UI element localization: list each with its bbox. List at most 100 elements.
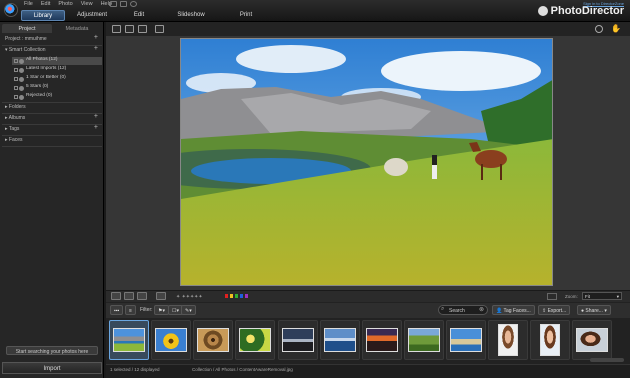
menu-edit[interactable]: Edit (41, 1, 50, 9)
tab-slideshow[interactable]: Slideshow (161, 10, 221, 21)
hand-tool-icon[interactable]: ✋ (611, 24, 621, 33)
thumbnail-dark-landscape[interactable] (278, 320, 318, 360)
thumbnail-sunset[interactable] (362, 320, 402, 360)
folders-header[interactable]: ▸ Folders (2, 104, 102, 112)
project-title-label: Project : mmuihme (5, 36, 47, 42)
zoom-select[interactable]: Fit ▾ (582, 292, 622, 300)
zoom-label: Zoom: (565, 294, 578, 299)
thumbnail-image (366, 328, 398, 352)
collection-item[interactable]: All Photos (12) (12, 57, 102, 65)
thumbnail-image (155, 328, 187, 352)
rating-stars[interactable]: ✦ ✦✦✦✦✦ (176, 294, 203, 300)
thumbnail-spiral-shell[interactable] (193, 320, 233, 360)
clear-search-icon[interactable]: ⊗ (479, 306, 484, 313)
tab-adjustment[interactable]: Adjustment (67, 10, 117, 21)
add-collection-icon[interactable]: + (94, 45, 98, 52)
person-icon: 👤 (496, 308, 504, 314)
folders-label: Folders (8, 104, 26, 110)
thumbnail-portrait-woman-1[interactable] (488, 320, 528, 360)
thumbnail-image (239, 328, 271, 352)
menu-view[interactable]: View (81, 1, 93, 9)
collection-item[interactable]: 5 Stars (0) (12, 84, 102, 92)
star-icon (19, 76, 24, 82)
tab-metadata[interactable]: Metadata (52, 24, 102, 33)
tab-library[interactable]: Library (21, 10, 65, 21)
thumbnail-green-field[interactable] (404, 320, 444, 360)
smart-collection-header[interactable]: ▾ Smart Collection + (2, 45, 102, 55)
flag-dropdown-icon[interactable] (547, 293, 557, 300)
faces-label: Faces (8, 137, 23, 143)
import-button[interactable]: Import (2, 362, 102, 374)
checkbox-icon[interactable] (14, 85, 18, 90)
thumbnail-coastline[interactable] (320, 320, 360, 360)
list-view-button[interactable]: ≡ (125, 305, 136, 315)
viewer-mode-icon[interactable] (125, 25, 134, 33)
grid-view-icon[interactable] (138, 25, 147, 33)
compare-view-icon[interactable] (155, 25, 164, 33)
thumbnail-portrait-woman-3[interactable] (572, 320, 612, 360)
tags-label: Tags (8, 126, 20, 132)
export-button[interactable]: ⇪ Export... (538, 305, 571, 315)
collection-icon (19, 67, 24, 73)
settings-icon[interactable] (130, 1, 137, 7)
divider (2, 124, 102, 125)
thumbnail-mountain-lake-horse[interactable] (109, 320, 149, 360)
multi-view-button[interactable] (137, 292, 147, 300)
tag-faces-button[interactable]: 👤 Tag Faces... (492, 305, 535, 315)
thumbnail-image (540, 324, 560, 356)
tab-print[interactable]: Print (223, 10, 269, 21)
thumbnail-image (324, 328, 356, 352)
status-bar (106, 364, 630, 378)
collection-item[interactable]: 1 Star or Better (0) (12, 75, 102, 83)
collection-item-label: Rejected (0) (26, 93, 53, 98)
chevron-down-icon: ▾ (616, 294, 619, 299)
menu-photo[interactable]: Photo (58, 1, 72, 9)
thumbnail-beach[interactable] (446, 320, 486, 360)
single-view-button[interactable] (111, 292, 121, 300)
color-label-swatch[interactable] (240, 294, 243, 298)
rotate-button[interactable] (156, 292, 166, 300)
collection-item[interactable]: Rejected (0) (12, 93, 102, 101)
color-label-swatch[interactable] (230, 294, 233, 298)
tags-header[interactable]: ▸ Tags + (2, 124, 102, 134)
thumbnail-portrait-woman-2[interactable] (530, 320, 570, 360)
checkbox-icon[interactable] (14, 94, 18, 99)
tab-edit[interactable]: Edit (119, 10, 159, 21)
thumbnail-image (450, 328, 482, 352)
star-icon (19, 85, 24, 91)
share-button[interactable]: ● Share... ▾ (577, 305, 611, 315)
color-labels[interactable] (225, 290, 255, 302)
checkbox-icon[interactable] (14, 76, 18, 81)
add-album-icon[interactable]: + (94, 113, 98, 120)
thumbnail-size-button[interactable]: ▪▪▪ (110, 305, 124, 315)
start-search-button[interactable]: Start searching your photos here (6, 346, 98, 355)
landscape-photo (181, 39, 552, 285)
albums-label: Albums (8, 115, 26, 121)
thumbnail-view-icon[interactable] (112, 25, 121, 33)
dual-view-button[interactable] (124, 292, 134, 300)
main-photo (180, 38, 553, 286)
divider (2, 146, 102, 147)
window-control-icon[interactable] (110, 1, 117, 7)
collection-item[interactable]: Latest Imports (12) (12, 66, 102, 74)
thumbnail-sunflower[interactable] (151, 320, 191, 360)
tab-project[interactable]: Project (2, 24, 52, 33)
add-tag-icon[interactable]: + (94, 124, 98, 131)
color-label-swatch[interactable] (225, 294, 228, 298)
window-control-icon[interactable] (120, 1, 127, 7)
filmstrip-scrollbar[interactable] (590, 358, 624, 362)
color-label-swatch[interactable] (235, 294, 238, 298)
thumbnail-image (282, 328, 314, 352)
color-label-swatch[interactable] (245, 294, 248, 298)
add-project-icon[interactable]: + (94, 34, 98, 41)
thumbnail-flowers-macro[interactable] (235, 320, 275, 360)
menu-file[interactable]: File (24, 1, 33, 9)
faces-header[interactable]: ▸ Faces (2, 137, 102, 145)
checkbox-icon[interactable] (14, 67, 18, 72)
albums-header[interactable]: ▸ Albums + (2, 113, 102, 123)
collection-item-label: Latest Imports (12) (26, 66, 67, 71)
zoom-icon[interactable] (595, 25, 603, 33)
flag-filter-icon[interactable]: ⚑▾ (154, 305, 169, 315)
checkbox-icon[interactable] (14, 58, 18, 63)
edit-filter-icon[interactable]: ✎▾ (181, 305, 196, 315)
